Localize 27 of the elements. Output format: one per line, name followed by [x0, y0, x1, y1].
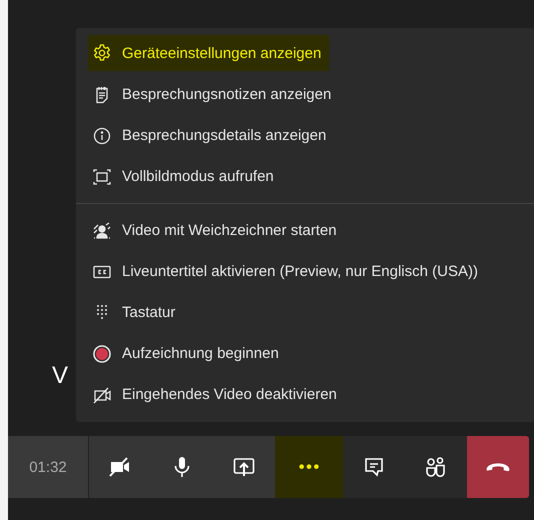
menu-item[interactable]: Eingehendes Video deaktivieren: [88, 374, 345, 415]
gear-icon: [92, 43, 112, 63]
chat-button[interactable]: [343, 436, 405, 498]
share-screen-icon: [232, 455, 256, 479]
call-timer: 01:32: [8, 436, 89, 498]
menu-item[interactable]: Geräteeinstellungen anzeigen: [88, 35, 330, 71]
menu-item[interactable]: Besprechungsnotizen anzeigen: [88, 74, 340, 115]
chat-icon: [362, 455, 386, 479]
people-icon: [424, 455, 448, 479]
hang-up-button[interactable]: [467, 436, 529, 498]
camera-off-icon: [108, 455, 132, 479]
share-screen-button[interactable]: [213, 436, 275, 498]
background-text: V: [52, 362, 68, 390]
menu-item[interactable]: Aufzeichnung beginnen: [88, 333, 287, 374]
menu-item[interactable]: Liveuntertitel aktivieren (Preview, nur Englisch (USA)): [88, 251, 486, 292]
record-icon: [92, 344, 112, 364]
blurred-person-icon: [92, 220, 112, 240]
menu-item[interactable]: Vollbildmodus aufrufen: [88, 156, 282, 197]
hang-up-icon: [486, 462, 510, 472]
more-icon: [299, 464, 319, 470]
info-icon: [92, 126, 112, 146]
menu-item[interactable]: Video mit Weichzeichner starten: [88, 210, 345, 251]
camera-off-button[interactable]: [89, 436, 151, 498]
menu-item[interactable]: Tastatur: [88, 292, 184, 333]
participants-button[interactable]: [405, 436, 467, 498]
menu-item[interactable]: Besprechungsdetails anzeigen: [88, 115, 334, 156]
fullscreen-icon: [92, 166, 112, 186]
